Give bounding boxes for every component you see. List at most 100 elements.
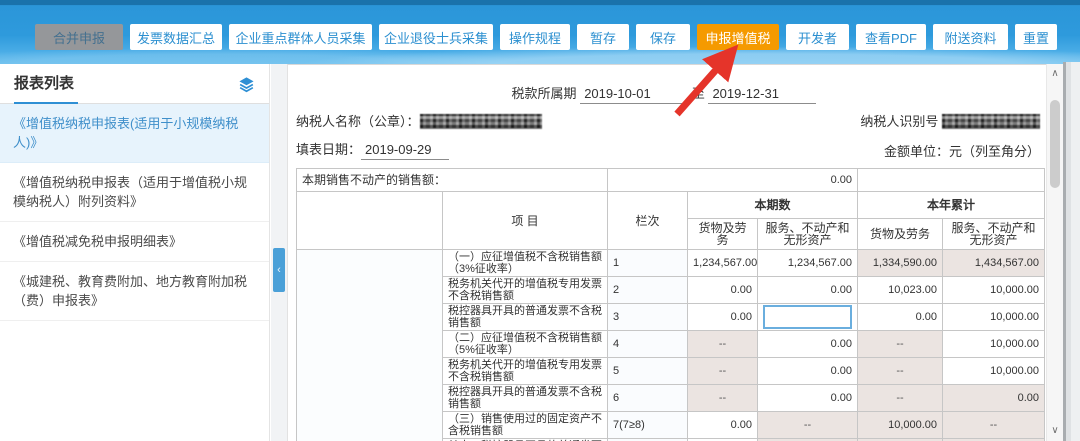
row3-ytd-services[interactable]: 10,000.00: [943, 304, 1045, 331]
header-ytd-goods: 货物及劳务: [858, 219, 943, 250]
group-label-tax-basis: 一、计税依据: [297, 250, 443, 441]
row2-ytd-services[interactable]: 10,000.00: [943, 277, 1045, 304]
row3-item: 税控器具开具的普通发票不含税销售额: [443, 304, 608, 331]
row6-cur-goods: --: [688, 385, 758, 412]
row6-no: 6: [608, 385, 688, 412]
fill-date-group: 填表日期：2019-09-29: [296, 139, 449, 160]
sidebar-item-vat-reduction-detail[interactable]: 《增值税减免税申报明细表》: [0, 222, 269, 262]
row1-ytd-goods: 1,334,590.00: [858, 250, 943, 277]
toolbar: 合并申报 发票数据汇总 企业重点群体人员采集 企业退役士兵采集 操作规程 暂存 …: [0, 0, 1080, 64]
row2-item: 税务机关代开的增值税专用发票不含税销售额: [443, 277, 608, 304]
taxpayer-name-label: 纳税人名称（公章）：: [296, 114, 420, 129]
save-button[interactable]: 保存: [636, 24, 690, 50]
row4-ytd-services[interactable]: 10,000.00: [943, 331, 1045, 358]
sidebar-item-vat-return-small-taxpayer[interactable]: 《增值税纳税申报表(适用于小规模纳税人)》: [0, 104, 269, 163]
attachments-button[interactable]: 附送资料: [933, 24, 1008, 50]
header-cur-services: 服务、不动产和无形资产: [758, 219, 858, 250]
taxpayer-row: 纳税人名称（公章）： 纳税人识别号: [296, 111, 1040, 130]
layers-icon: [238, 76, 255, 93]
scroll-up-icon[interactable]: ∧: [1047, 66, 1063, 82]
window-top-strip: [0, 0, 1080, 5]
sidebar-item-vat-return-appendix[interactable]: 《增值税纳税申报表（适用于增值税小规模纳税人）附列资料》: [0, 163, 269, 222]
row4-cur-services[interactable]: 0.00: [758, 331, 858, 358]
row5-ytd-services[interactable]: 10,000.00: [943, 358, 1045, 385]
taxpayer-name-redacted: [420, 114, 542, 129]
row1-no: 1: [608, 250, 688, 277]
row1-ytd-services: 1,434,567.00: [943, 250, 1045, 277]
row3-no: 3: [608, 304, 688, 331]
veteran-collect-button[interactable]: 企业退役士兵采集: [379, 24, 493, 50]
row5-no: 5: [608, 358, 688, 385]
row3-ytd-goods[interactable]: 0.00: [858, 304, 943, 331]
row5-cur-services[interactable]: 0.00: [758, 358, 858, 385]
scroll-down-icon[interactable]: ∨: [1047, 423, 1063, 439]
table-row: 一、计税依据 （一）应征增值税不含税销售额（3%征收率） 1 1,234,567…: [297, 250, 1045, 277]
row6-ytd-goods: --: [858, 385, 943, 412]
period-start-field[interactable]: 2019-10-01: [580, 86, 688, 104]
tax-period-label: 税款所属期: [512, 86, 577, 101]
reset-button[interactable]: 重置: [1015, 24, 1057, 50]
row4-ytd-goods: --: [858, 331, 943, 358]
row5-ytd-goods: --: [858, 358, 943, 385]
header-current-period: 本期数: [688, 192, 858, 219]
row1-cur-goods[interactable]: 1,234,567.00: [688, 250, 758, 277]
sidebar-title-label: 报表列表: [14, 75, 74, 92]
row7-ytd-goods: 10,000.00: [858, 412, 943, 439]
header-item: 项 目: [443, 192, 608, 250]
header-column-no: 栏次: [608, 192, 688, 250]
header-cur-goods: 货物及劳务: [688, 219, 758, 250]
vertical-scrollbar: ∧ ∨: [1046, 64, 1063, 441]
chevron-left-icon: ‹: [277, 264, 281, 276]
developer-button[interactable]: 开发者: [786, 24, 849, 50]
merge-declare-button[interactable]: 合并申报: [35, 24, 123, 50]
period-to-label: 至: [692, 86, 705, 101]
row4-item: （二）应征增值税不含税销售额（5%征收率）: [443, 331, 608, 358]
report-list-sidebar: 报表列表 《增值税纳税申报表(适用于小规模纳税人)》 《增值税纳税申报表（适用于…: [0, 64, 270, 441]
row6-cur-services[interactable]: 0.00: [758, 385, 858, 412]
row3-cur-services-input[interactable]: [763, 305, 852, 329]
sidebar-title: 报表列表: [0, 64, 269, 104]
toolbar-buttons: 合并申报 发票数据汇总 企业重点群体人员采集 企业退役士兵采集 操作规程 暂存 …: [35, 24, 1057, 50]
temp-save-button[interactable]: 暂存: [577, 24, 629, 50]
header-ytd-services: 服务、不动产和无形资产: [943, 219, 1045, 250]
fill-date-label: 填表日期：: [296, 142, 361, 157]
row2-cur-services[interactable]: 0.00: [758, 277, 858, 304]
realestate-sales-label: 本期销售不动产的销售额：: [297, 169, 608, 192]
key-group-collect-button[interactable]: 企业重点群体人员采集: [229, 24, 372, 50]
row2-no: 2: [608, 277, 688, 304]
row2-cur-goods[interactable]: 0.00: [688, 277, 758, 304]
period-end-field[interactable]: 2019-12-31: [708, 86, 816, 104]
tax-period-row: 税款所属期 2019-10-01 至 2019-12-31: [288, 83, 1040, 104]
realestate-sales-empty-cell: [858, 169, 1045, 192]
row5-cur-goods: --: [688, 358, 758, 385]
view-pdf-button[interactable]: 查看PDF: [856, 24, 926, 50]
row4-cur-goods: --: [688, 331, 758, 358]
row2-ytd-goods[interactable]: 10,023.00: [858, 277, 943, 304]
realestate-sales-row: 本期销售不动产的销售额： 0.00: [297, 169, 1045, 192]
row5-item: 税务机关代开的增值税专用发票不含税销售额: [443, 358, 608, 385]
amount-unit-label: 金额单位：元（列至角分）: [884, 141, 1040, 160]
window-right-edge: [1063, 62, 1080, 441]
vat-declaration-table: 本期销售不动产的销售额： 0.00 项 目 栏次 本期数 本年累计 货物及劳务 …: [296, 168, 1045, 441]
header-corner-cell: [297, 192, 443, 250]
declare-vat-button[interactable]: 申报增值税: [697, 24, 779, 50]
row1-cur-services[interactable]: 1,234,567.00: [758, 250, 858, 277]
taxpayer-name-group: 纳税人名称（公章）：: [296, 111, 542, 130]
realestate-sales-value[interactable]: 0.00: [608, 169, 858, 192]
app-window: 合并申报 发票数据汇总 企业重点群体人员采集 企业退役士兵采集 操作规程 暂存 …: [0, 0, 1080, 441]
taxpayer-id-redacted: [942, 114, 1040, 129]
fill-date-field[interactable]: 2019-09-29: [361, 142, 449, 160]
row1-item: （一）应征增值税不含税销售额（3%征收率）: [443, 250, 608, 277]
sidebar-collapse-button[interactable]: ‹: [273, 248, 285, 292]
sidebar-item-surtax-return[interactable]: 《城建税、教育费附加、地方教育附加税（费）申报表》: [0, 262, 269, 321]
row3-cur-goods[interactable]: 0.00: [688, 304, 758, 331]
invoice-summary-button[interactable]: 发票数据汇总: [130, 24, 222, 50]
operation-guide-button[interactable]: 操作规程: [500, 24, 570, 50]
date-unit-row: 填表日期：2019-09-29 金额单位：元（列至角分）: [296, 139, 1040, 160]
taxpayer-id-group: 纳税人识别号: [860, 111, 1040, 130]
row4-no: 4: [608, 331, 688, 358]
row7-cur-goods[interactable]: 0.00: [688, 412, 758, 439]
scrollbar-thumb[interactable]: [1050, 100, 1060, 188]
row7-item: （三）销售使用过的固定资产不含税销售额: [443, 412, 608, 439]
taxpayer-id-label: 纳税人识别号: [860, 114, 938, 129]
